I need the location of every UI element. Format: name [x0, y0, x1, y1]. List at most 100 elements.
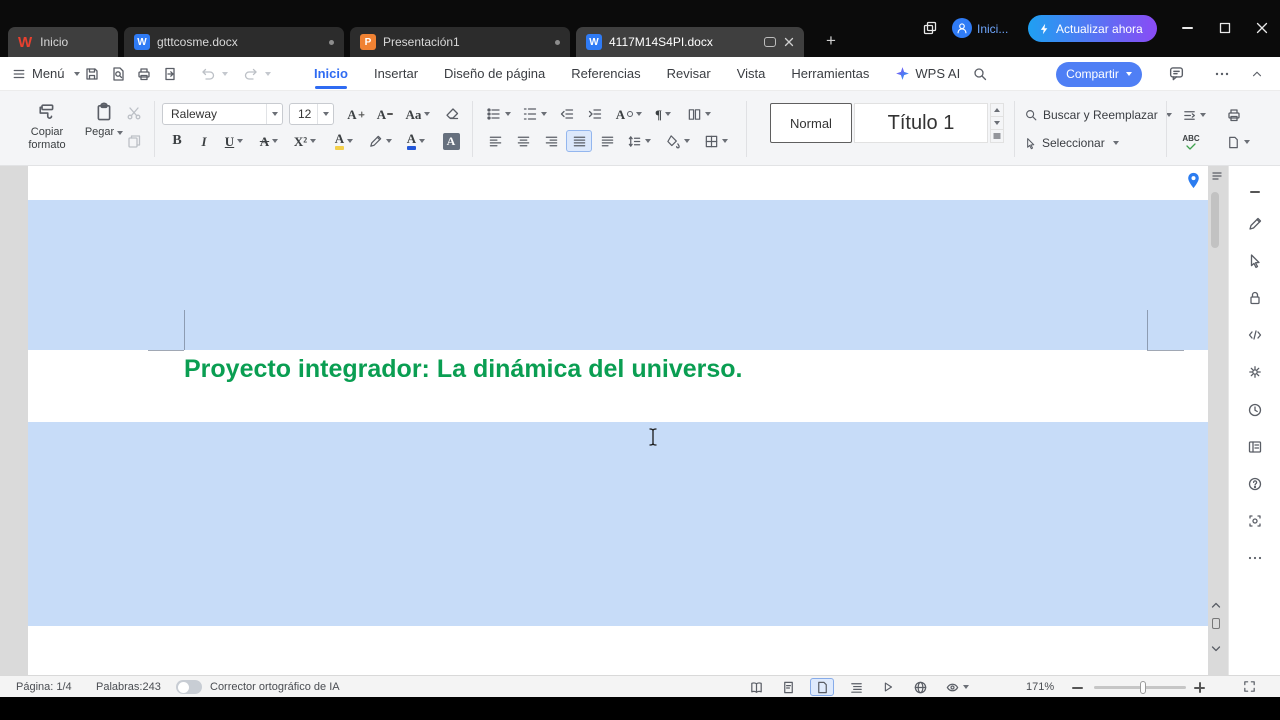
ink-pen-button[interactable]: [364, 130, 396, 152]
main-menu-button[interactable]: Menú: [12, 57, 80, 90]
spell-check-button[interactable]: ABC: [1176, 131, 1206, 153]
help-button[interactable]: [1247, 476, 1263, 492]
tab-inicio[interactable]: Inicio: [314, 57, 348, 90]
document-heading[interactable]: Proyecto integrador: La dinámica del uni…: [184, 355, 742, 384]
font-name-select[interactable]: Raleway: [162, 103, 283, 125]
tab-herramientas[interactable]: Herramientas: [791, 57, 869, 90]
word-count[interactable]: Palabras:243: [96, 681, 161, 693]
zoom-in-button[interactable]: [1194, 682, 1205, 696]
zoom-out-button[interactable]: [1072, 680, 1083, 692]
copy-button[interactable]: [126, 133, 142, 154]
write-mode-button[interactable]: [778, 678, 798, 696]
redo-options-button[interactable]: [262, 57, 271, 90]
maximize-button[interactable]: [1216, 19, 1234, 37]
protect-document-button[interactable]: [1247, 290, 1263, 306]
align-left-button[interactable]: [482, 130, 508, 152]
underline-button[interactable]: U: [218, 130, 250, 152]
tab-diseno-de-pagina[interactable]: Diseño de página: [444, 57, 545, 90]
print-button[interactable]: [136, 57, 152, 90]
style-gallery-more-button[interactable]: [990, 130, 1004, 143]
save-button[interactable]: [84, 57, 100, 90]
more-options-button[interactable]: [1214, 57, 1230, 90]
window-switch-icon[interactable]: [922, 20, 938, 41]
screen-capture-button[interactable]: [1247, 513, 1263, 529]
search-button[interactable]: [972, 57, 988, 90]
font-size-select[interactable]: 12: [289, 103, 334, 125]
export-button[interactable]: [162, 57, 178, 90]
tab-presentation[interactable]: P Presentación1: [350, 27, 570, 57]
update-now-button[interactable]: Actualizar ahora: [1028, 15, 1157, 42]
next-page-button[interactable]: [1211, 640, 1221, 658]
close-button[interactable]: [1253, 19, 1271, 37]
superscript-button[interactable]: X²: [288, 130, 322, 152]
outline-view-button[interactable]: [846, 678, 866, 696]
clear-format-button[interactable]: [440, 103, 464, 125]
grow-font-button[interactable]: A: [344, 103, 370, 125]
previous-page-button[interactable]: [1211, 596, 1221, 614]
tab-close-icon[interactable]: [784, 37, 794, 47]
locate-position-button[interactable]: [1184, 171, 1203, 195]
edit-mode-button[interactable]: [1247, 216, 1263, 232]
zoom-slider-thumb[interactable]: [1140, 681, 1146, 694]
more-tools-button[interactable]: [1247, 550, 1263, 566]
minimize-button[interactable]: [1178, 19, 1196, 37]
select-button[interactable]: Seleccionar: [1024, 133, 1119, 153]
history-button[interactable]: [1247, 402, 1263, 418]
cut-button[interactable]: [126, 105, 142, 126]
shading-button[interactable]: [660, 130, 696, 152]
document-canvas[interactable]: Proyecto integrador: La dinámica del uni…: [0, 166, 1228, 675]
comments-button[interactable]: [1168, 57, 1185, 90]
char-shading-button[interactable]: A: [438, 130, 464, 152]
new-tab-button[interactable]: +: [818, 29, 844, 53]
font-color-button[interactable]: A: [398, 130, 434, 152]
borders-button[interactable]: [698, 130, 734, 152]
style-titulo-1[interactable]: Título 1: [854, 103, 988, 143]
text-highlight-button[interactable]: A: [326, 130, 362, 152]
navigation-pane-button[interactable]: [1247, 439, 1263, 455]
tab-wps-ai[interactable]: WPS AI: [895, 57, 960, 90]
print-preview-button[interactable]: [110, 57, 126, 90]
style-scroll-down-button[interactable]: [990, 116, 1004, 130]
browse-object-button[interactable]: [1212, 618, 1220, 629]
tab-document-active[interactable]: W 4117M14S4PI.docx: [576, 27, 804, 57]
avatar[interactable]: [952, 18, 972, 38]
reading-options-button[interactable]: [942, 678, 972, 696]
bold-button[interactable]: B: [164, 130, 190, 152]
document-page[interactable]: Proyecto integrador: La dinámica del uni…: [28, 166, 1208, 675]
settings-button[interactable]: [1247, 364, 1263, 380]
quick-print-button[interactable]: [1222, 104, 1246, 126]
tab-vista[interactable]: Vista: [737, 57, 766, 90]
page-setup-button[interactable]: [1222, 131, 1254, 153]
bullet-list-button[interactable]: [482, 103, 514, 125]
login-label[interactable]: Inici...: [977, 22, 1008, 36]
find-replace-button[interactable]: Buscar y Reemplazar: [1024, 105, 1172, 125]
scrollbar-options-button[interactable]: [1211, 169, 1223, 187]
tab-revisar[interactable]: Revisar: [667, 57, 711, 90]
field-codes-button[interactable]: [1247, 327, 1263, 343]
distribute-button[interactable]: [594, 130, 620, 152]
align-center-button[interactable]: [510, 130, 536, 152]
shrink-font-button[interactable]: A: [372, 103, 398, 125]
style-normal[interactable]: Normal: [770, 103, 852, 143]
redo-button[interactable]: [243, 57, 259, 90]
web-view-button[interactable]: [910, 678, 930, 696]
zoom-value[interactable]: 171%: [1026, 681, 1054, 693]
columns-button[interactable]: [682, 103, 716, 125]
collapse-sidebar-button[interactable]: [1247, 184, 1263, 200]
tab-referencias[interactable]: Referencias: [571, 57, 640, 90]
page-indicator[interactable]: Página: 1/4: [16, 681, 72, 693]
numbered-list-button[interactable]: [518, 103, 550, 125]
italic-button[interactable]: I: [192, 130, 216, 152]
increase-indent-button[interactable]: [582, 103, 608, 125]
decrease-indent-button[interactable]: [554, 103, 580, 125]
collapse-ribbon-button[interactable]: [1250, 57, 1264, 90]
undo-button[interactable]: [200, 57, 216, 90]
undo-options-button[interactable]: [219, 57, 228, 90]
heading-paragraph[interactable]: Proyecto integrador: La dinámica del uni…: [28, 350, 1208, 422]
text-tools-button[interactable]: [1176, 104, 1212, 126]
share-button[interactable]: Compartir: [1056, 61, 1142, 87]
tab-home[interactable]: W Inicio: [8, 27, 118, 57]
justify-button[interactable]: [566, 130, 592, 152]
vertical-scrollbar-thumb[interactable]: [1211, 192, 1219, 248]
change-case-button[interactable]: Aa: [402, 103, 434, 125]
